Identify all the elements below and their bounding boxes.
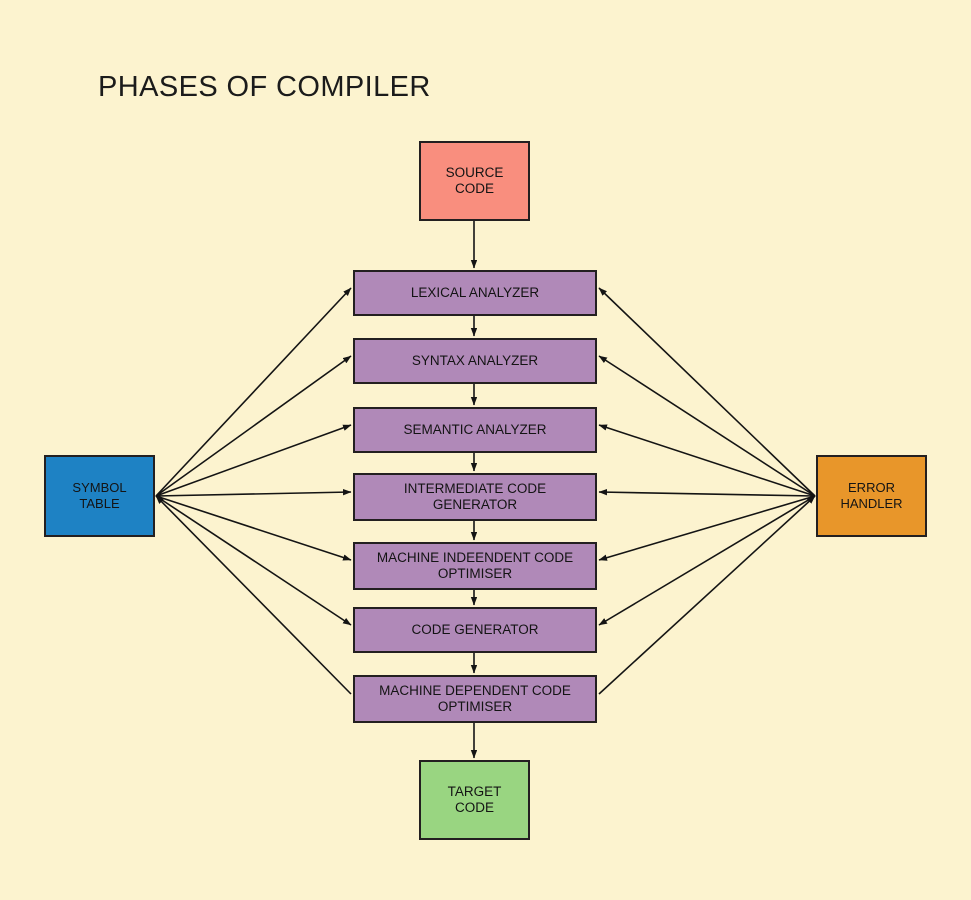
symbol-table-to-machine-independent bbox=[155, 495, 352, 561]
symbol-table-to-semantic bbox=[155, 424, 352, 497]
lexical-to-error-handler bbox=[598, 287, 816, 497]
phase-box-label: MACHINE INDEENDENT CODE OPTIMISER bbox=[376, 549, 574, 581]
symbol-table-to-intermediate bbox=[155, 488, 352, 497]
node-error-handler-label: ERROR HANDLER bbox=[840, 480, 903, 511]
semantic-to-error-handler bbox=[598, 424, 816, 497]
phase-box: CODE GENERATOR bbox=[353, 607, 597, 653]
node-source-code: SOURCE CODE bbox=[419, 141, 530, 221]
error-handler-connectors bbox=[598, 287, 816, 695]
symbol-table-to-machine-dependent bbox=[155, 495, 352, 695]
phase-box-label: CODE GENERATOR bbox=[411, 621, 539, 637]
node-source-code-label: SOURCE CODE bbox=[445, 164, 504, 196]
intermediate-to-error-handler bbox=[598, 488, 816, 497]
symbol-table-to-lexical bbox=[155, 287, 352, 497]
machine-dependent-to-error-handler bbox=[598, 495, 816, 695]
phase-box: SYNTAX ANALYZER bbox=[353, 338, 597, 384]
phase-box-label: LEXICAL ANALYZER bbox=[410, 284, 540, 300]
phase-box-label: SYNTAX ANALYZER bbox=[411, 352, 539, 368]
symbol-table-connectors bbox=[155, 287, 352, 695]
phase-box: MACHINE INDEENDENT CODE OPTIMISER bbox=[353, 542, 597, 590]
syntax-to-error-handler bbox=[598, 355, 816, 497]
node-symbol-table-label: SYMBOL TABLE bbox=[72, 480, 127, 511]
phase-box-label: MACHINE DEPENDENT CODE OPTIMISER bbox=[379, 682, 571, 714]
symbol-table-to-syntax bbox=[155, 355, 352, 497]
compiler-phases-diagram: PHASES OF COMPILER SOURCE CODE TARGET CO… bbox=[0, 0, 971, 900]
node-target-code: TARGET CODE bbox=[419, 760, 530, 840]
phase-box: MACHINE DEPENDENT CODE OPTIMISER bbox=[353, 675, 597, 723]
phase-box-label: INTERMEDIATE CODE GENERATOR bbox=[403, 480, 547, 512]
symbol-table-to-code-generator bbox=[155, 495, 352, 626]
node-error-handler: ERROR HANDLER bbox=[816, 455, 927, 537]
phase-box: SEMANTIC ANALYZER bbox=[353, 407, 597, 453]
machine-independent-to-error-handler bbox=[598, 495, 816, 561]
phase-box: LEXICAL ANALYZER bbox=[353, 270, 597, 316]
phase-box-label: SEMANTIC ANALYZER bbox=[403, 421, 547, 437]
code-generator-to-error-handler bbox=[598, 495, 816, 626]
phase-box: INTERMEDIATE CODE GENERATOR bbox=[353, 473, 597, 521]
node-target-code-label: TARGET CODE bbox=[447, 783, 502, 815]
node-symbol-table: SYMBOL TABLE bbox=[44, 455, 155, 537]
